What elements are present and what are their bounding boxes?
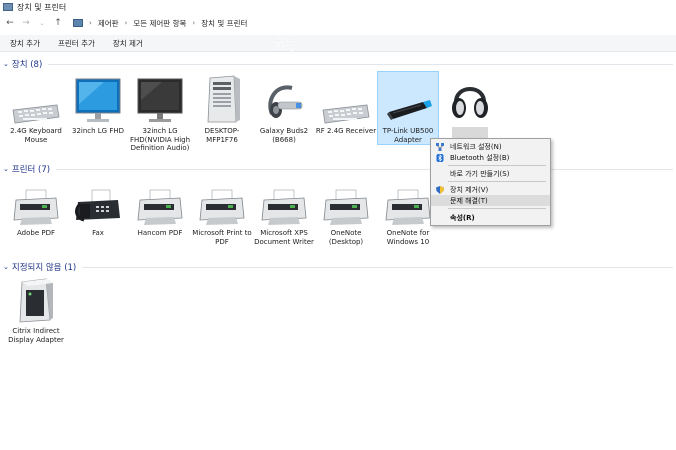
- title-bar: 장치 및 프린터: [0, 0, 676, 14]
- device-citrix-display-adapter[interactable]: Citrix Indirect Display Adapter: [5, 276, 67, 344]
- device-rf-receiver[interactable]: RF 2.4G Receiver: [315, 72, 377, 136]
- context-menu: 네트워크 설정(N) Bluetooth 설정(B) 바로 가기 만들기(S) …: [430, 138, 551, 226]
- device-headphones[interactable]: [439, 72, 501, 141]
- recent-dropdown-icon[interactable]: ⌄: [37, 20, 47, 27]
- add-device-button[interactable]: 장치 추가: [10, 38, 40, 49]
- devices-printers-icon: [3, 3, 13, 11]
- collapse-chevron-icon[interactable]: ⌄: [3, 60, 9, 68]
- printer-fax[interactable]: Fax: [67, 182, 129, 238]
- computer-tower-icon: [191, 72, 253, 124]
- device-lg-monitor-audio[interactable]: 32inch LG FHD(NVIDIA High Definition Aud…: [129, 72, 191, 153]
- chevron-right-icon[interactable]: ›: [89, 19, 92, 27]
- bluetooth-icon: [436, 154, 444, 162]
- add-printer-button[interactable]: 프린터 추가: [58, 38, 95, 49]
- printer-icon: [315, 182, 377, 226]
- menu-item-remove-device[interactable]: 장치 제거(V): [431, 184, 550, 195]
- printer-microsoft-xps[interactable]: Microsoft XPS Document Writer: [253, 182, 315, 246]
- chevron-right-icon[interactable]: ›: [192, 19, 195, 27]
- control-panel-icon: [73, 19, 83, 27]
- shield-icon: [436, 186, 444, 194]
- printer-icon: [253, 182, 315, 226]
- printer-onenote-desktop[interactable]: OneNote (Desktop): [315, 182, 377, 246]
- device-lg-monitor[interactable]: 32inch LG FHD: [67, 72, 129, 136]
- forward-arrow-icon[interactable]: →: [21, 18, 31, 28]
- printer-hancom-pdf[interactable]: Hancom PDF: [129, 182, 191, 238]
- menu-separator: [448, 181, 546, 182]
- fax-icon: [67, 182, 129, 226]
- display-adapter-icon: [5, 276, 67, 324]
- group-header-unspecified[interactable]: ⌄ 지정되지 않음 (1): [3, 261, 673, 273]
- menu-item-create-shortcut[interactable]: 바로 가기 만들기(S): [431, 168, 550, 179]
- group-header-devices[interactable]: ⌄ 장치 (8): [3, 58, 673, 70]
- breadcrumb-all-items[interactable]: 모든 제어판 항목: [133, 18, 186, 29]
- watermark: 블로그 Blog: [275, 35, 300, 53]
- headset-icon: [253, 72, 315, 124]
- device-galaxy-buds[interactable]: Galaxy Buds2 (B668): [253, 72, 315, 144]
- keyboard-icon: [5, 72, 67, 124]
- command-bar: 장치 추가 프린터 추가 장치 제거: [0, 35, 676, 52]
- network-icon: [436, 143, 444, 151]
- headphones-icon: [439, 72, 501, 124]
- divider: [48, 63, 673, 65]
- collapse-chevron-icon[interactable]: ⌄: [3, 263, 9, 271]
- menu-item-bluetooth-settings[interactable]: Bluetooth 설정(B): [431, 152, 550, 163]
- printer-icon: [191, 182, 253, 226]
- menu-item-properties[interactable]: 속성(R): [431, 212, 550, 223]
- printer-adobe-pdf[interactable]: Adobe PDF: [5, 182, 67, 238]
- monitor-icon: [129, 72, 191, 124]
- divider: [82, 266, 673, 268]
- breadcrumb-control-panel[interactable]: 제어판: [98, 18, 119, 29]
- window-title: 장치 및 프린터: [17, 2, 67, 12]
- group-header-printers[interactable]: ⌄ 프린터 (7): [3, 163, 673, 175]
- printer-icon: [129, 182, 191, 226]
- address-bar: ← → ⌄ ↑ › 제어판 › 모든 제어판 항목 › 장치 및 프린터: [0, 14, 676, 32]
- remove-device-button[interactable]: 장치 제거: [113, 38, 143, 49]
- menu-separator: [448, 165, 546, 166]
- monitor-icon: [67, 72, 129, 124]
- device-tplink-adapter[interactable]: TP-Link UB500 Adapter: [377, 71, 439, 145]
- chevron-right-icon[interactable]: ›: [125, 19, 128, 27]
- printer-microsoft-print-to-pdf[interactable]: Microsoft Print to PDF: [191, 182, 253, 246]
- usb-adapter-icon: [378, 72, 438, 124]
- breadcrumb-devices-printers[interactable]: 장치 및 프린터: [201, 18, 247, 29]
- device-desktop-computer[interactable]: DESKTOP-MFP1F76: [191, 72, 253, 144]
- menu-separator: [448, 208, 546, 209]
- menu-item-network-settings[interactable]: 네트워크 설정(N): [431, 141, 550, 152]
- printer-icon: [5, 182, 67, 226]
- back-arrow-icon[interactable]: ←: [5, 18, 15, 28]
- divider: [56, 168, 673, 170]
- collapse-chevron-icon[interactable]: ⌄: [3, 165, 9, 173]
- device-keyboard-mouse[interactable]: 2.4G Keyboard Mouse: [5, 72, 67, 144]
- keyboard-icon: [315, 72, 377, 124]
- menu-item-troubleshoot[interactable]: 문제 해결(T): [431, 195, 550, 206]
- up-arrow-icon[interactable]: ↑: [53, 18, 63, 28]
